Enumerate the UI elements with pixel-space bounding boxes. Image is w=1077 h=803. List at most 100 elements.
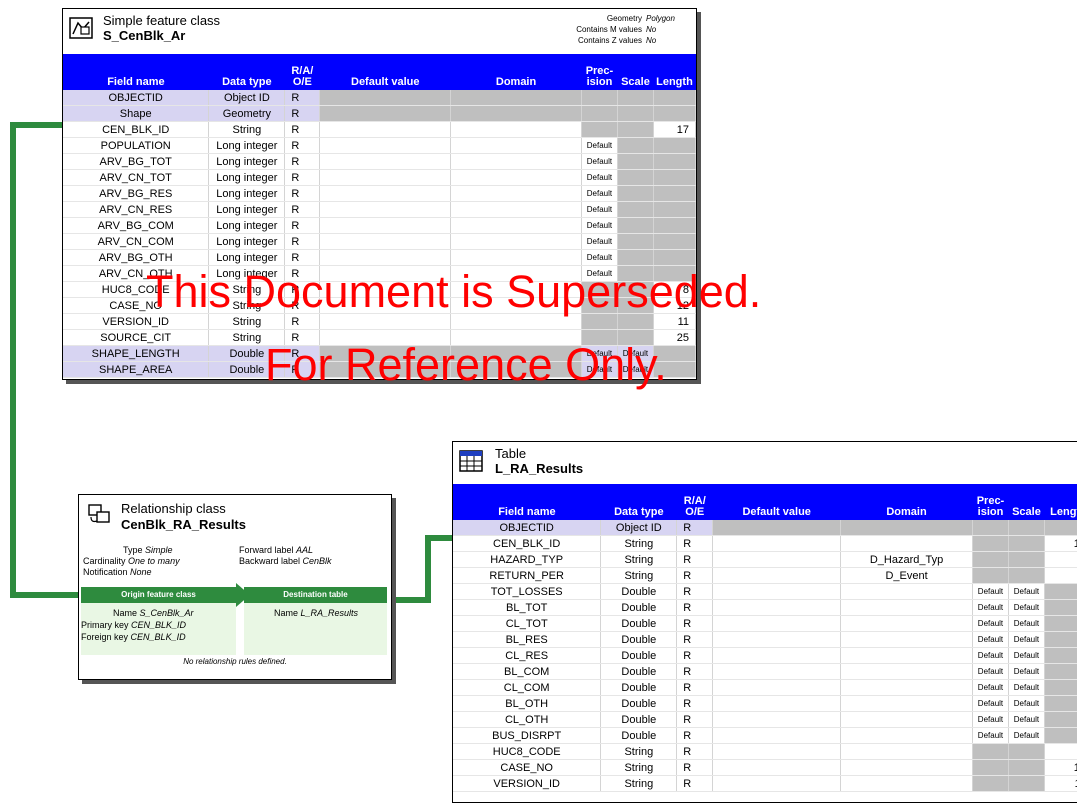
data-type-cell: String (600, 759, 678, 776)
feature-class-field-table: Field name Data type R/A/ O/E Default value… (63, 54, 697, 378)
table-row: HUC8_CODEStringR 8 (453, 743, 1077, 760)
ra-cell: R (676, 743, 714, 760)
scale-cell (1008, 743, 1045, 760)
field-name-cell: SOURCE_CIT (63, 329, 210, 346)
length-cell (1044, 631, 1077, 648)
precision-cell: Default (581, 185, 618, 202)
ra-cell: R (284, 137, 321, 154)
m-values-label: Contains M values (576, 25, 642, 34)
data-type-cell: Long integer (208, 185, 286, 202)
data-type-cell: Double (600, 599, 678, 616)
feature-class-type-label: Simple feature class (103, 13, 221, 28)
length-cell (1044, 599, 1077, 616)
precision-cell: Default (581, 153, 618, 170)
table-row: CL_RES Double R Default Default (453, 647, 1077, 664)
length-cell (1044, 583, 1077, 600)
length-cell (653, 217, 697, 234)
ra-cell: R (284, 169, 321, 186)
domain-cell (840, 695, 973, 712)
primary-key-value: CEN_BLK_ID (131, 620, 187, 630)
column-header: Scale (617, 54, 654, 90)
domain-cell (450, 137, 582, 154)
length-cell (653, 153, 697, 170)
destination-connector (390, 535, 452, 603)
scale-cell (1008, 775, 1045, 792)
length-cell (653, 105, 697, 122)
table-row: OBJECTID Object ID R (453, 520, 1077, 536)
origin-feature-class-bar: Origin feature class (81, 587, 236, 603)
primary-key-key: Primary key (81, 620, 129, 630)
data-type-cell: Double (600, 727, 678, 744)
table-header-row: Field name Data type R/A/ O/E Default value… (453, 484, 1077, 520)
precision-cell: Default (972, 599, 1009, 616)
table-row: BL_TOT Double R Default Default (453, 599, 1077, 616)
table-row: BL_COM Double R Default Default (453, 663, 1077, 680)
precision-cell (972, 535, 1009, 552)
data-type-cell: Double (600, 583, 678, 600)
precision-cell (972, 567, 1009, 584)
table-row: ARV_BG_OTH Long integer R Default (63, 249, 697, 266)
domain-cell (840, 583, 973, 600)
cardinality-key: Cardinality (83, 556, 126, 566)
domain-cell (840, 535, 973, 552)
default-value-cell (712, 647, 842, 664)
forward-label-value: AAL (296, 545, 314, 555)
default-value-cell (319, 185, 452, 202)
length-cell: 17 (1044, 535, 1077, 552)
field-name-cell: ARV_BG_RES (63, 185, 210, 202)
scale-cell: Default (1008, 727, 1045, 744)
scale-cell: Default (1008, 679, 1045, 696)
length-cell: 12 (1044, 759, 1077, 776)
data-type-cell: Object ID (208, 90, 286, 106)
ra-cell: R (284, 217, 321, 234)
scale-cell (617, 105, 654, 122)
field-name-cell: CL_COM (453, 679, 602, 696)
origin-details: Name S_CenBlk_Ar Primary key CEN_BLK_ID … (81, 603, 236, 655)
data-type-cell: Long integer (208, 201, 286, 218)
scale-cell (1008, 551, 1045, 568)
domain-cell: D_Event (840, 567, 973, 584)
field-name-cell: CL_TOT (453, 615, 602, 632)
feature-class-properties: Geometry Polygon Contains M values No Cont… (576, 13, 682, 46)
feature-class-header: Simple feature class S_CenBlk_Ar Geometr… (63, 9, 696, 49)
data-type-cell: String (600, 535, 678, 552)
field-name-cell: HAZARD_TYP (453, 551, 602, 568)
type-value: Simple (145, 545, 173, 555)
length-cell: 4 (1044, 551, 1077, 568)
scale-cell: Default (1008, 711, 1045, 728)
relationship-class-panel: Relationship class CenBlk_RA_Results Typ… (78, 494, 392, 680)
data-type-cell: Double (600, 663, 678, 680)
length-cell: 17 (653, 121, 697, 138)
field-name-cell: VERSION_ID (453, 775, 602, 792)
data-type-cell: Long integer (208, 249, 286, 266)
field-name-cell: ARV_BG_COM (63, 217, 210, 234)
feature-class-name: S_CenBlk_Ar (103, 28, 186, 43)
precision-cell: Default (972, 679, 1009, 696)
ra-cell: R (676, 759, 714, 776)
length-cell (1044, 520, 1077, 536)
ra-cell: R (676, 599, 714, 616)
field-name-cell: BL_TOT (453, 599, 602, 616)
domain-cell (840, 647, 973, 664)
data-type-cell: String (600, 567, 678, 584)
domain-cell (840, 743, 973, 760)
scale-cell: Default (1008, 695, 1045, 712)
column-header: Data type (208, 54, 285, 90)
superseded-watermark-line2: For Reference Only. (265, 339, 667, 390)
table-row: ARV_BG_TOT Long integer R Default (63, 153, 697, 170)
length-cell: 8 (1044, 743, 1077, 760)
data-type-cell: Long integer (208, 217, 286, 234)
scale-cell (1008, 759, 1045, 776)
ra-cell: R (676, 711, 714, 728)
column-header: R/A/ O/E (676, 484, 713, 520)
data-type-cell: Geometry (208, 105, 286, 122)
scale-cell (617, 185, 654, 202)
data-type-cell: Long integer (208, 233, 286, 250)
length-cell: 6 (1044, 567, 1077, 584)
data-type-cell: Double (600, 695, 678, 712)
ra-cell: R (676, 535, 714, 552)
field-name-cell: SHAPE_AREA (63, 361, 210, 378)
default-value-cell (712, 695, 842, 712)
field-name-cell: TOT_LOSSES (453, 583, 602, 600)
table-row: CL_COM Double R Default Default (453, 679, 1077, 696)
